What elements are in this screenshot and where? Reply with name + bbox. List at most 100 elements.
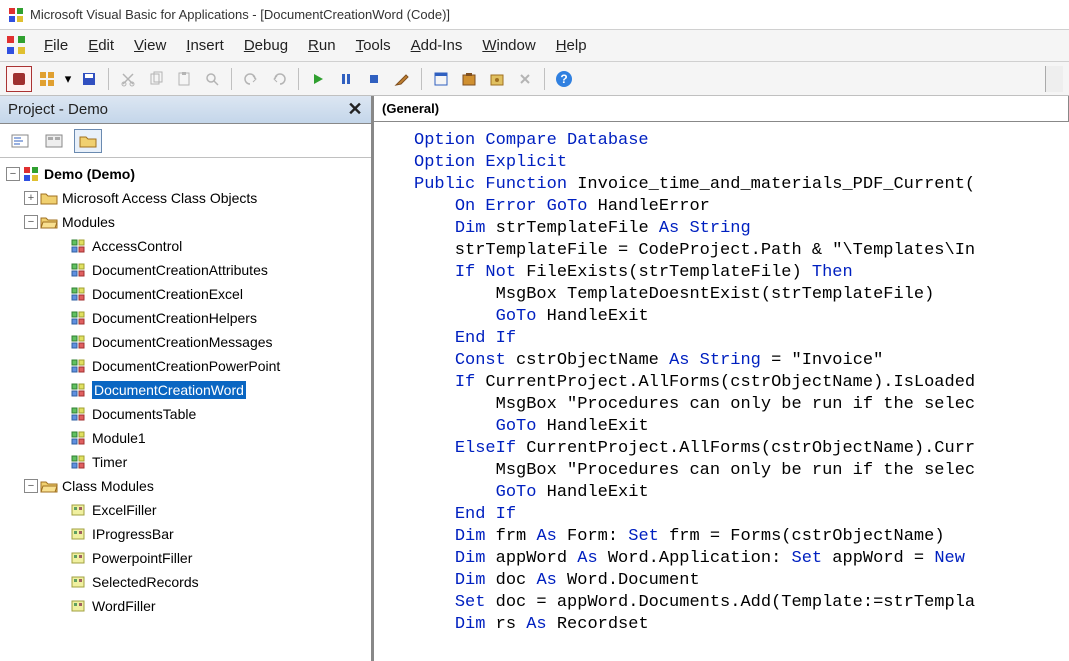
module-icon — [70, 237, 88, 255]
menu-run[interactable]: Run — [298, 33, 346, 58]
class-module-icon — [70, 597, 88, 615]
vba-app-icon — [8, 7, 24, 23]
pause-button[interactable] — [333, 66, 359, 92]
close-icon[interactable]: ✕ — [343, 98, 367, 122]
tree-module-label: Module1 — [92, 430, 146, 446]
tree-module-label: Timer — [92, 454, 127, 470]
expander-icon[interactable]: + — [24, 191, 38, 205]
folder-icon — [40, 189, 58, 207]
design-mode-button[interactable] — [389, 66, 415, 92]
module-icon — [70, 285, 88, 303]
project-pane-header: Project - Demo ✕ — [0, 96, 371, 124]
module-icon — [70, 405, 88, 423]
module-icon — [70, 309, 88, 327]
undo-button[interactable] — [238, 66, 264, 92]
save-button[interactable] — [76, 66, 102, 92]
stop-button[interactable] — [361, 66, 387, 92]
expander-icon[interactable]: − — [24, 479, 38, 493]
tree-access-objects[interactable]: + Microsoft Access Class Objects — [2, 186, 369, 210]
dropdown-arrow-icon[interactable]: ▾ — [62, 66, 74, 92]
class-module-icon — [70, 501, 88, 519]
expander-icon[interactable]: − — [6, 167, 20, 181]
tree-class-modules-label: Class Modules — [62, 478, 154, 494]
tree-module-item[interactable]: DocumentCreationPowerPoint — [2, 354, 369, 378]
project-pane-title: Project - Demo — [8, 101, 108, 118]
svg-text:?: ? — [560, 72, 567, 86]
menu-help[interactable]: Help — [546, 33, 597, 58]
tree-root[interactable]: − Demo (Demo) — [2, 162, 369, 186]
class-module-icon — [70, 525, 88, 543]
project-icon — [22, 165, 40, 183]
menu-window[interactable]: Window — [472, 33, 545, 58]
project-explorer-pane: Project - Demo ✕ − Demo (Demo) + Microso… — [0, 96, 372, 661]
view-access-button[interactable] — [6, 66, 32, 92]
code-editor[interactable]: Option Compare Database Option Explicit … — [374, 122, 1069, 661]
tree-class-module-label: WordFiller — [92, 598, 156, 614]
object-dropdown-label: (General) — [382, 101, 439, 116]
module-icon — [70, 357, 88, 375]
tree-access-label: Microsoft Access Class Objects — [62, 190, 257, 206]
tree-module-label: DocumentCreationHelpers — [92, 310, 257, 326]
insert-module-button[interactable] — [34, 66, 60, 92]
cut-button[interactable] — [115, 66, 141, 92]
tree-module-item[interactable]: DocumentCreationMessages — [2, 330, 369, 354]
menu-file[interactable]: File — [34, 33, 78, 58]
toolbar-overflow[interactable] — [1045, 66, 1063, 92]
tree-module-item[interactable]: AccessControl — [2, 234, 369, 258]
tree-module-item[interactable]: DocumentCreationExcel — [2, 282, 369, 306]
tree-class-module-item[interactable]: WordFiller — [2, 594, 369, 618]
class-module-icon — [70, 573, 88, 591]
run-button[interactable] — [305, 66, 331, 92]
copy-button[interactable] — [143, 66, 169, 92]
tree-root-label: Demo (Demo) — [44, 166, 135, 182]
menu-debug[interactable]: Debug — [234, 33, 298, 58]
tree-class-module-item[interactable]: ExcelFiller — [2, 498, 369, 522]
tree-module-item[interactable]: Timer — [2, 450, 369, 474]
code-header: (General) — [374, 96, 1069, 122]
tree-module-label: DocumentCreationMessages — [92, 334, 273, 350]
redo-button[interactable] — [266, 66, 292, 92]
menu-tools[interactable]: Tools — [346, 33, 401, 58]
module-icon — [70, 261, 88, 279]
menu-addins[interactable]: Add-Ins — [401, 33, 473, 58]
toolbox-button[interactable] — [512, 66, 538, 92]
properties-button[interactable] — [456, 66, 482, 92]
tree-class-module-item[interactable]: IProgressBar — [2, 522, 369, 546]
view-object-button[interactable] — [40, 129, 68, 153]
tree-class-module-label: SelectedRecords — [92, 574, 199, 590]
menu-insert[interactable]: Insert — [176, 33, 234, 58]
paste-button[interactable] — [171, 66, 197, 92]
tree-module-item[interactable]: DocumentCreationWord — [2, 378, 369, 402]
project-pane-toolbar — [0, 124, 371, 158]
tree-modules-label: Modules — [62, 214, 115, 230]
object-dropdown[interactable]: (General) — [374, 96, 1069, 121]
view-code-button[interactable] — [6, 129, 34, 153]
menu-view[interactable]: View — [124, 33, 176, 58]
tree-class-module-item[interactable]: SelectedRecords — [2, 570, 369, 594]
tree-module-item[interactable]: DocumentCreationAttributes — [2, 258, 369, 282]
code-pane: (General) Option Compare Database Option… — [372, 96, 1069, 661]
tree-class-modules-folder[interactable]: − Class Modules — [2, 474, 369, 498]
module-icon — [70, 429, 88, 447]
object-browser-button[interactable] — [484, 66, 510, 92]
tree-module-item[interactable]: DocumentsTable — [2, 402, 369, 426]
module-icon — [70, 333, 88, 351]
toggle-folders-button[interactable] — [74, 129, 102, 153]
expander-icon[interactable]: − — [24, 215, 38, 229]
menu-icon — [6, 35, 28, 57]
tree-module-item[interactable]: Module1 — [2, 426, 369, 450]
tree-module-item[interactable]: DocumentCreationHelpers — [2, 306, 369, 330]
tree-module-label: AccessControl — [92, 238, 182, 254]
find-button[interactable] — [199, 66, 225, 92]
tree-class-module-label: PowerpointFiller — [92, 550, 192, 566]
tree-modules-folder[interactable]: − Modules — [2, 210, 369, 234]
menu-edit[interactable]: Edit — [78, 33, 124, 58]
help-button[interactable]: ? — [551, 66, 577, 92]
title-bar: Microsoft Visual Basic for Applications … — [0, 0, 1069, 30]
main-area: Project - Demo ✕ − Demo (Demo) + Microso… — [0, 96, 1069, 661]
tree-class-module-item[interactable]: PowerpointFiller — [2, 546, 369, 570]
module-icon — [70, 381, 88, 399]
project-tree[interactable]: − Demo (Demo) + Microsoft Access Class O… — [0, 158, 371, 661]
project-explorer-button[interactable] — [428, 66, 454, 92]
class-module-icon — [70, 549, 88, 567]
